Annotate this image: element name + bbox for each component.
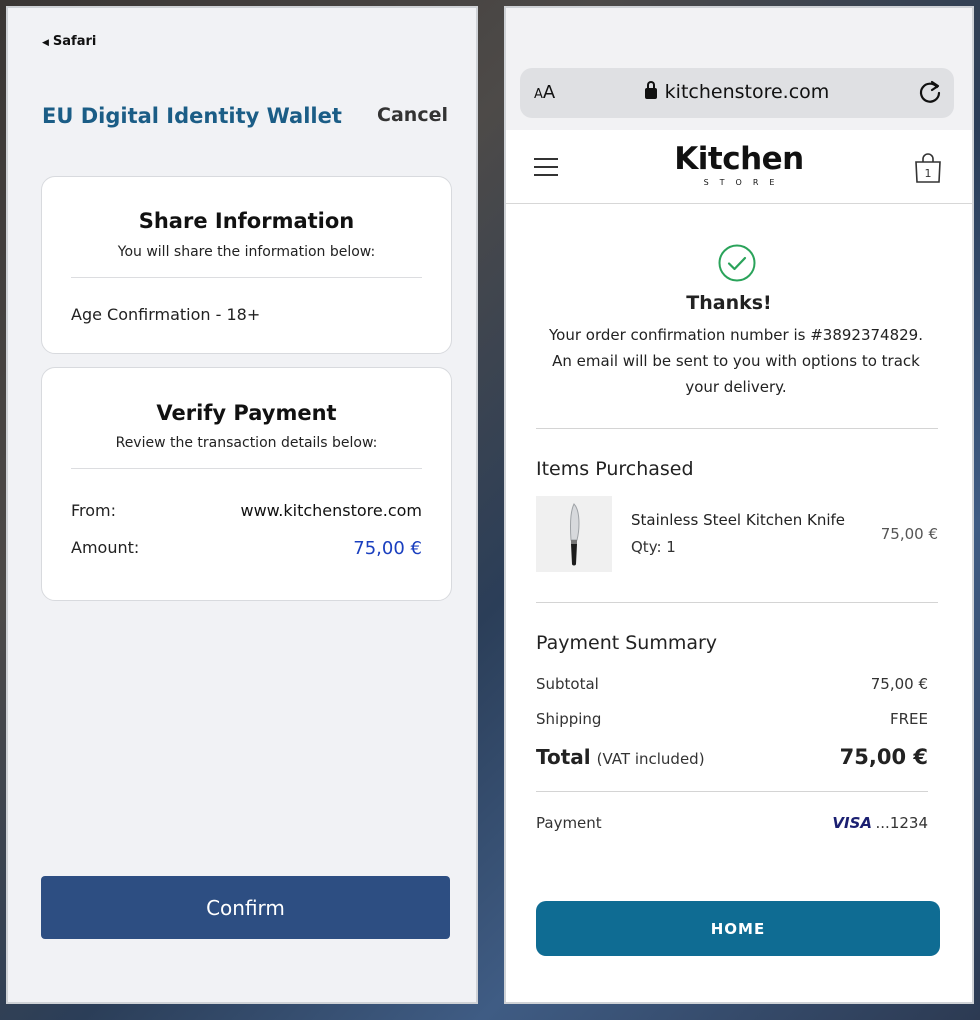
confirmation-line-3: your delivery.: [685, 378, 787, 396]
address-bar[interactable]: AA kitchenstore.com: [520, 68, 954, 118]
back-to-safari-link[interactable]: ◀ Safari: [42, 34, 96, 49]
product-image[interactable]: [536, 496, 612, 572]
lock-icon: [644, 81, 657, 99]
success-check-icon: [718, 244, 756, 282]
knife-icon: [569, 503, 580, 566]
logo-subtext: STORE: [703, 178, 786, 187]
store-screen: AA kitchenstore.com Kitchen STORE 1 Than…: [504, 6, 974, 1004]
cancel-button[interactable]: Cancel: [377, 104, 448, 126]
confirmation-line-2: An email will be sent to you with option…: [552, 352, 920, 370]
back-label: Safari: [52, 34, 97, 49]
share-information-card: Share Information You will share the inf…: [41, 176, 452, 354]
shopping-bag-icon[interactable]: 1: [914, 152, 942, 184]
reload-icon[interactable]: [916, 78, 944, 106]
store-logo[interactable]: Kitchen STORE: [506, 142, 972, 187]
site-header: Kitchen STORE 1: [506, 130, 972, 204]
payment-summary-title: Payment Summary: [536, 632, 718, 654]
share-card-title: Share Information: [138, 209, 355, 233]
subtotal-label: Subtotal: [536, 675, 599, 693]
wallet-screen: ◀ Safari EU Digital Identity Wallet Cance…: [6, 6, 478, 1004]
verify-payment-card: Verify Payment Review the transaction de…: [41, 367, 452, 601]
amount-value: 75,00 €: [353, 538, 422, 559]
total-label: Total (VAT included): [536, 745, 705, 769]
divider: [536, 428, 938, 429]
share-item-age: Age Confirmation - 18+: [71, 305, 261, 324]
shipping-label: Shipping: [536, 710, 602, 728]
from-value: www.kitchenstore.com: [240, 501, 422, 520]
thanks-heading: Thanks!: [686, 292, 772, 314]
visa-logo-icon: VISA: [832, 814, 872, 832]
confirm-button[interactable]: Confirm: [41, 876, 450, 939]
from-label: From:: [71, 501, 117, 520]
payment-label: Payment: [536, 814, 602, 832]
divider: [71, 277, 422, 278]
divider: [536, 602, 938, 603]
subtotal-value: 75,00 €: [870, 675, 928, 693]
amount-label: Amount:: [71, 538, 140, 557]
wallet-title: EU Digital Identity Wallet: [42, 104, 342, 128]
confirmation-line-1: Your order confirmation number is #38923…: [549, 326, 923, 344]
divider: [536, 791, 928, 792]
payment-card-subtitle: Review the transaction details below:: [115, 435, 378, 451]
shipping-value: FREE: [889, 710, 928, 728]
cart-count: 1: [925, 167, 932, 180]
product-price: 75,00 €: [880, 525, 938, 543]
vat-note: (VAT included): [596, 750, 705, 768]
total-value: 75,00 €: [839, 745, 928, 769]
browser-toolbar: AA kitchenstore.com: [506, 8, 972, 130]
share-card-subtitle: You will share the information below:: [117, 244, 376, 260]
total-label-text: Total: [536, 745, 591, 769]
divider: [71, 468, 422, 469]
url-display[interactable]: kitchenstore.com: [520, 81, 954, 103]
card-last-digits: ...1234: [875, 814, 928, 832]
product-name[interactable]: Stainless Steel Kitchen Knife: [631, 511, 845, 529]
url-text: kitchenstore.com: [664, 81, 830, 103]
home-button[interactable]: HOME: [536, 901, 940, 956]
logo-text: Kitchen: [674, 141, 804, 177]
product-qty: Qty: 1: [631, 538, 676, 556]
items-purchased-title: Items Purchased: [536, 458, 694, 480]
payment-card-title: Verify Payment: [156, 401, 337, 425]
back-arrow-icon: ◀: [42, 38, 49, 48]
